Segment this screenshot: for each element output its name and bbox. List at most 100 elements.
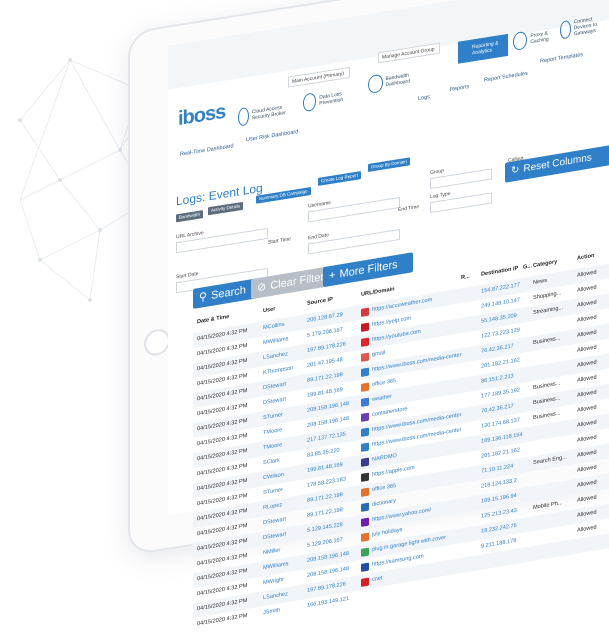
row-user[interactable]: LSanchez	[263, 349, 303, 361]
row-action: Allowed	[577, 464, 597, 474]
proxy-icon	[513, 30, 528, 52]
menu-logs[interactable]: Logs	[418, 94, 430, 102]
row-action: Allowed	[577, 434, 597, 444]
row-category: Search Eng...	[533, 454, 567, 467]
row-action: Allowed	[577, 374, 597, 384]
row-category	[533, 363, 573, 370]
row-user[interactable]: JSmith	[263, 604, 303, 616]
site-favicon-icon	[361, 577, 369, 587]
row-user[interactable]: NMiller	[263, 544, 303, 556]
row-user[interactable]: MWilliams	[263, 559, 303, 571]
row-action: Allowed	[577, 284, 597, 294]
site-favicon-icon	[361, 427, 369, 437]
site-favicon-icon	[361, 322, 369, 332]
row-user[interactable]: DStewart	[263, 379, 303, 391]
nav-bandwidth-label: Bandwidth Dashboard	[385, 72, 410, 89]
row-action: Allowed	[577, 299, 597, 309]
search-button[interactable]: ⚲ Search	[193, 278, 257, 309]
nav-dlp-label: Data Loss Prevention	[319, 91, 344, 107]
dash-user-risk[interactable]: User Risk Dashboard	[246, 129, 298, 143]
row-user[interactable]: DStewart	[263, 394, 303, 406]
row-category	[533, 513, 573, 520]
tablet-home-button	[144, 327, 170, 358]
nav-casb[interactable]: Cloud Access Security Broker	[238, 101, 288, 127]
row-category	[533, 468, 573, 475]
col-category[interactable]: Category	[533, 256, 573, 269]
row-category: Streaming...	[533, 305, 564, 317]
col-user[interactable]: User	[263, 302, 303, 314]
row-action: Allowed	[577, 494, 597, 504]
reset-columns-label: Reset Columns	[523, 152, 592, 175]
row-user[interactable]: RLopez	[263, 499, 303, 511]
row-action: Allowed	[577, 389, 597, 399]
dash-real-time[interactable]: Real-Time Dashboard	[180, 143, 234, 157]
row-category	[533, 438, 573, 445]
row-user[interactable]: TMoore	[263, 424, 303, 436]
row-source-ip[interactable]: 166.193.149.121	[307, 595, 357, 609]
site-favicon-icon	[361, 547, 369, 557]
clear-icon: ⊘	[257, 280, 267, 295]
row-action: Allowed	[577, 479, 597, 489]
menu-report-schedules[interactable]: Report Schedules	[484, 71, 528, 84]
row-user[interactable]: MWilliams	[263, 334, 303, 346]
connect-icon	[560, 19, 571, 40]
col-destination-ip[interactable]: Destination IP	[481, 264, 529, 278]
row-user[interactable]: KThompson	[263, 364, 303, 376]
row-user[interactable]: CWilson	[263, 469, 303, 481]
row-action: Allowed	[577, 449, 597, 459]
site-favicon-icon	[361, 307, 369, 317]
site-favicon-icon	[361, 442, 369, 452]
row-category: News	[533, 277, 547, 287]
menu-report-templates[interactable]: Report Templates	[540, 52, 583, 65]
search-label: Search	[211, 284, 246, 302]
site-favicon-icon	[361, 397, 369, 407]
row-user[interactable]: DStewart	[263, 514, 303, 526]
row-category: Business...	[533, 410, 561, 422]
clear-filters-button[interactable]: ⊘ Clear Filters	[251, 266, 330, 300]
col-g[interactable]: G...	[523, 263, 532, 271]
row-action: Allowed	[577, 524, 597, 534]
row-action: Allowed	[577, 329, 597, 339]
row-user[interactable]: STurner	[263, 484, 303, 496]
row-category: Business...	[533, 380, 561, 392]
row-action: Allowed	[577, 269, 597, 279]
site-favicon-icon	[361, 502, 369, 512]
site-favicon-icon	[361, 487, 369, 497]
site-favicon-icon	[361, 517, 369, 527]
col-action[interactable]: Action	[577, 250, 609, 262]
row-category	[533, 483, 573, 490]
nav-bandwidth[interactable]: Bandwidth Dashboard	[368, 67, 424, 94]
dlp-icon	[303, 92, 317, 113]
row-user[interactable]: MWright	[263, 574, 303, 586]
account-select[interactable]: Main Account (Primary)	[288, 66, 350, 88]
row-category	[533, 423, 573, 430]
clear-filters-label: Clear Filters	[270, 270, 330, 293]
row-action	[577, 537, 609, 543]
iboss-logo: iboss	[178, 100, 226, 131]
row-user[interactable]: DStewart	[263, 529, 303, 541]
row-user[interactable]: SClark	[263, 454, 303, 466]
row-category: Mobile Ph...	[533, 500, 563, 512]
col-source-ip[interactable]: Source IP	[307, 293, 357, 307]
row-action: Allowed	[577, 314, 597, 324]
row-user[interactable]: TMoore	[263, 439, 303, 451]
row-category	[533, 558, 573, 565]
site-favicon-icon	[361, 472, 369, 482]
row-action: Allowed	[577, 419, 597, 429]
menu-reports[interactable]: Reports	[450, 84, 469, 93]
nav-reporting-label: Reporting & Analytics	[472, 40, 499, 57]
row-category	[533, 528, 573, 535]
row-category	[533, 348, 573, 355]
gauge-icon	[368, 73, 383, 94]
row-category	[533, 543, 573, 550]
row-user[interactable]: STurner	[263, 409, 303, 421]
row-category: Business...	[533, 395, 561, 407]
results-panel: ↻ Reset Columns ⚲ Search ⊘ Clear Filters…	[175, 96, 609, 627]
row-user[interactable]: LSanchez	[263, 589, 303, 601]
row-action	[577, 552, 609, 558]
row-user[interactable]: MCollins	[263, 319, 303, 332]
col-r[interactable]: R...	[461, 274, 470, 281]
reset-columns-button[interactable]: ↻ Reset Columns	[505, 142, 609, 183]
nav-dlp[interactable]: Data Loss Prevention	[303, 86, 353, 113]
refresh-icon: ↻	[511, 164, 520, 177]
